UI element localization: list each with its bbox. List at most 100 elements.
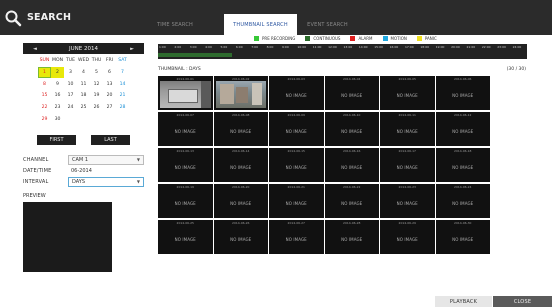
calendar-day[interactable]: 28 — [116, 102, 129, 114]
thumbnail-tile[interactable]: 2014-06-26 NO IMAGE — [213, 220, 268, 254]
thumbnail-tile[interactable]: 2014-06-12 NO IMAGE — [435, 112, 490, 146]
thumbnail-tile[interactable]: 2014-06-08 NO IMAGE — [213, 112, 268, 146]
tab-event-search[interactable]: EVENT SEARCH — [300, 14, 355, 35]
calendar-day[interactable]: 6 — [103, 67, 116, 79]
thumbnail-tile[interactable]: 2014-06-22 NO IMAGE — [324, 184, 379, 218]
calendar-day[interactable]: 2 — [51, 66, 64, 79]
thumbnail-tile[interactable]: 2014-06-24 NO IMAGE — [435, 184, 490, 218]
calendar-empty — [64, 113, 77, 125]
calendar-day[interactable]: 10 — [64, 78, 77, 90]
calendar-day[interactable]: 29 — [38, 113, 51, 125]
calendar-day[interactable]: 20 — [103, 90, 116, 102]
thumbnail-tile[interactable]: 2014-06-25 NO IMAGE — [158, 220, 213, 254]
thumbnail-tile[interactable]: 2014-06-11 NO IMAGE — [380, 112, 435, 146]
calendar-day[interactable]: 30 — [51, 113, 64, 125]
no-image-label: NO IMAGE — [230, 165, 252, 170]
datetime-field[interactable]: 06-2014 — [68, 166, 144, 176]
no-image-label: NO IMAGE — [174, 129, 196, 134]
timeline-hour-label: 22:00 — [481, 45, 491, 49]
no-image-label: NO IMAGE — [285, 93, 307, 98]
close-button[interactable]: CLOSE — [493, 296, 552, 307]
calendar-day[interactable]: 13 — [103, 78, 116, 90]
timeline-hours: 1:00 2:00 3:00 4:00 5:00 6:00 7:00 8:00 9:00 10:0… — [158, 44, 527, 52]
weekday-label: SAT — [118, 58, 127, 64]
calendar-day[interactable]: 8 — [38, 78, 51, 90]
legend-item: PRE RECORDING — [254, 36, 295, 41]
calendar-empty — [103, 113, 116, 125]
no-image-label: NO IMAGE — [285, 237, 307, 242]
calendar: ◄ JUNE 2014 ► SUN MON TUE WED THU FRI SAT 1 2 3 4 5… — [23, 43, 144, 125]
calendar-day[interactable]: 12 — [90, 78, 103, 90]
tab-thumbnail-search[interactable]: THUMBNAIL SEARCH — [224, 14, 297, 35]
calendar-day[interactable]: 17 — [64, 90, 77, 102]
thumbnail-tile[interactable]: 2014-06-03 NO IMAGE — [269, 76, 324, 110]
last-button[interactable]: LAST — [91, 135, 130, 146]
legend-label: ALARM — [358, 36, 373, 41]
thumbnail-tile[interactable]: 2014-06-04 NO IMAGE — [324, 76, 379, 110]
thumbnail-tile[interactable]: 2014-06-15 NO IMAGE — [269, 148, 324, 182]
thumbnail-tile[interactable]: 2014-06-06 NO IMAGE — [435, 76, 490, 110]
timeline-hour-label: 4:00 — [205, 45, 212, 49]
thumbnail-tile[interactable]: 2014-06-28 NO IMAGE — [324, 220, 379, 254]
calendar-day[interactable]: 7 — [116, 67, 129, 79]
weekday-label: WED — [78, 58, 89, 64]
calendar-day[interactable]: 3 — [64, 67, 77, 79]
calendar-day[interactable]: 24 — [64, 102, 77, 114]
thumbnail-tile[interactable]: 2014-06-19 NO IMAGE — [158, 184, 213, 218]
calendar-day[interactable]: 25 — [77, 102, 90, 114]
thumbnail-tile[interactable]: 2014-06-07 NO IMAGE — [158, 112, 213, 146]
thumbnail-tile[interactable]: 2014-06-10 NO IMAGE — [324, 112, 379, 146]
calendar-day[interactable]: 11 — [77, 78, 90, 90]
thumbnail-header: THUMBNAIL : DAYS (30 / 30) — [158, 67, 527, 76]
no-image-label: NO IMAGE — [174, 237, 196, 242]
timeline-hour-label: 16:00 — [389, 45, 399, 49]
thumbnail-tile[interactable]: 2014-06-23 NO IMAGE — [380, 184, 435, 218]
thumbnail-tile[interactable]: 2014-06-16 NO IMAGE — [324, 148, 379, 182]
timeline-bar[interactable]: 1:00 2:00 3:00 4:00 5:00 6:00 7:00 8:00 9:00 10:0… — [158, 44, 527, 59]
thumbnail-tile[interactable]: 2014-06-01 — [158, 76, 213, 110]
thumbnail-tile[interactable]: 2014-06-09 NO IMAGE — [269, 112, 324, 146]
tab-time-search[interactable]: TIME SEARCH — [140, 14, 210, 35]
timeline-hour-label: 10:00 — [297, 45, 307, 49]
calendar-day[interactable]: 15 — [38, 90, 51, 102]
thumbnail-tile[interactable]: 2014-06-29 NO IMAGE — [380, 220, 435, 254]
calendar-day[interactable]: 1 — [38, 66, 51, 79]
calendar-day[interactable]: 16 — [51, 90, 64, 102]
calendar-day[interactable]: 18 — [77, 90, 90, 102]
timeline-hour-label: 13:00 — [343, 45, 353, 49]
calendar-day[interactable]: 4 — [77, 67, 90, 79]
thumbnail-tile[interactable]: 2014-06-17 NO IMAGE — [380, 148, 435, 182]
no-image-label: NO IMAGE — [396, 201, 418, 206]
thumbnail-panel: THUMBNAIL : DAYS (30 / 30) 2014-06-01 201… — [158, 67, 527, 254]
channel-select[interactable]: CAM 1 ▼ — [68, 154, 144, 165]
calendar-day[interactable]: 22 — [38, 102, 51, 114]
timeline-hour-label: 14:00 — [358, 45, 368, 49]
thumbnail-tile[interactable]: 2014-06-18 NO IMAGE — [435, 148, 490, 182]
thumbnail-tile[interactable]: 2014-06-02 — [213, 76, 268, 110]
calendar-day[interactable]: 23 — [51, 102, 64, 114]
first-button[interactable]: FIRST — [37, 135, 76, 146]
calendar-day[interactable]: 21 — [116, 90, 129, 102]
calendar-day[interactable]: 19 — [90, 90, 103, 102]
calendar-day[interactable]: 27 — [103, 102, 116, 114]
timeline-hour-label: 12:00 — [328, 45, 337, 49]
timeline-hour-label: 8:00 — [266, 45, 274, 49]
thumbnail-tile[interactable]: 2014-06-05 NO IMAGE — [380, 76, 435, 110]
next-month-icon[interactable]: ► — [130, 46, 134, 52]
thumbnail-tile[interactable]: 2014-06-27 NO IMAGE — [269, 220, 324, 254]
calendar-day[interactable]: 5 — [90, 67, 103, 79]
prev-month-icon[interactable]: ◄ — [33, 46, 37, 52]
thumbnail-tile[interactable]: 2014-06-20 NO IMAGE — [213, 184, 268, 218]
channel-label: CHANNEL — [23, 156, 49, 163]
playback-button[interactable]: PLAYBACK — [435, 296, 492, 307]
timeline-track[interactable] — [158, 52, 527, 59]
thumbnail-tile[interactable]: 2014-06-13 NO IMAGE — [158, 148, 213, 182]
interval-select[interactable]: DAYS ▼ — [68, 176, 144, 187]
calendar-day[interactable]: 9 — [51, 78, 64, 90]
calendar-day[interactable]: 14 — [116, 78, 129, 90]
calendar-day[interactable]: 26 — [90, 102, 103, 114]
interval-row: INTERVAL DAYS ▼ — [23, 176, 144, 187]
thumbnail-tile[interactable]: 2014-06-30 NO IMAGE — [435, 220, 490, 254]
thumbnail-tile[interactable]: 2014-06-21 NO IMAGE — [269, 184, 324, 218]
thumbnail-tile[interactable]: 2014-06-14 NO IMAGE — [213, 148, 268, 182]
